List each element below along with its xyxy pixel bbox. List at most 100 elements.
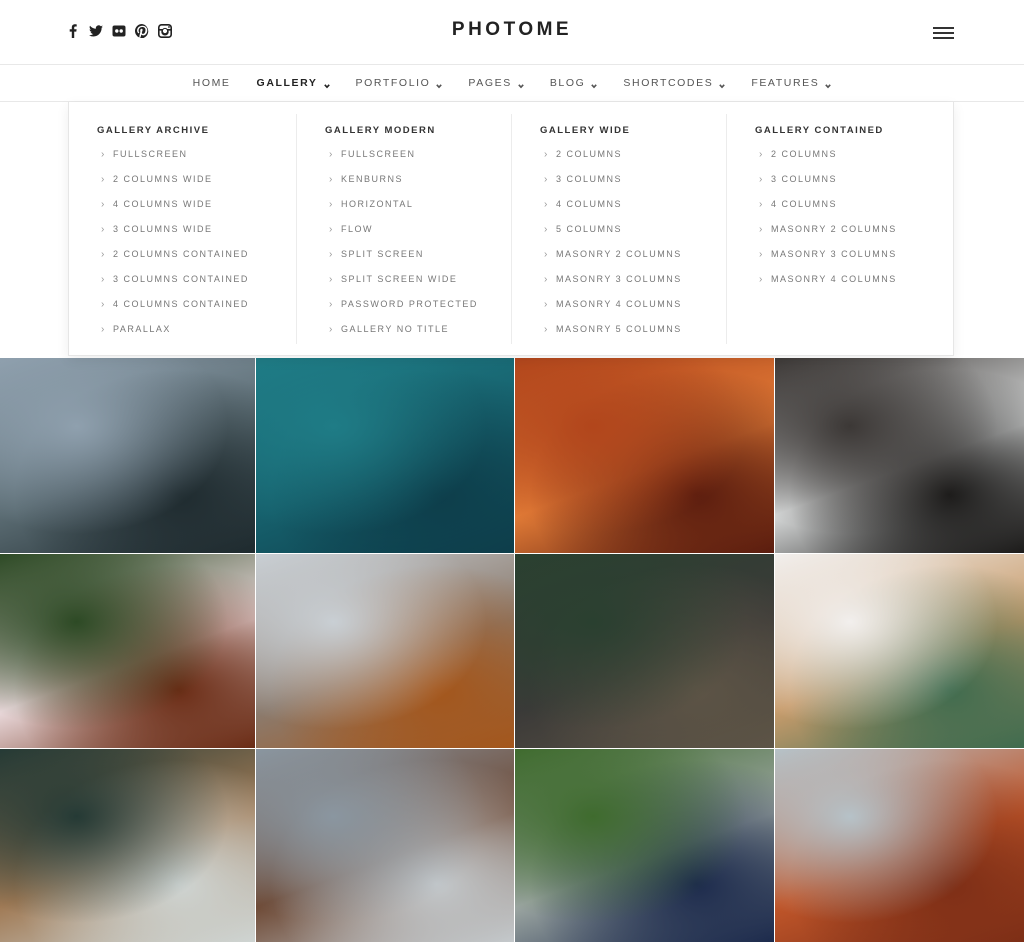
mega-menu-link[interactable]: › 4 COLUMNS (755, 198, 942, 223)
chevron-down-icon (518, 80, 524, 89)
mega-menu-heading[interactable]: GALLERY WIDE (540, 125, 726, 136)
chevron-right-icon: › (759, 224, 764, 235)
chevron-right-icon: › (329, 224, 334, 235)
chevron-down-icon (591, 80, 598, 89)
mega-menu-link[interactable]: › FULLSCREEN (325, 148, 511, 173)
mega-menu-link[interactable]: › FLOW (325, 223, 511, 248)
mega-menu-link[interactable]: › PASSWORD PROTECTED (325, 298, 511, 323)
chevron-right-icon: › (329, 149, 334, 160)
red-rocks-hiker-photo[interactable] (775, 749, 1024, 942)
site-header: PHOTOME (0, 0, 1024, 64)
woman-hat-bench-photo[interactable] (515, 554, 774, 748)
mega-menu-link[interactable]: › 4 COLUMNS (540, 198, 726, 223)
chevron-right-icon: › (544, 324, 549, 335)
chevron-right-icon: › (544, 249, 549, 260)
chevron-right-icon: › (101, 249, 106, 260)
mega-menu-link[interactable]: › 3 COLUMNS (755, 173, 942, 198)
mega-menu-link[interactable]: › MASONRY 4 COLUMNS (755, 273, 942, 298)
mega-menu-link-label: 3 COLUMNS (556, 174, 623, 184)
chevron-right-icon: › (544, 149, 549, 160)
mega-menu-link-label: GALLERY NO TITLE (341, 324, 450, 334)
mega-menu-link[interactable]: › 2 COLUMNS CONTAINED (97, 248, 296, 273)
mega-menu-link[interactable]: › 4 COLUMNS CONTAINED (97, 298, 296, 323)
woman-holding-pine-bouquet-photo[interactable] (775, 554, 1024, 748)
snowy-mountains-autumn-photo[interactable] (256, 554, 514, 748)
chevron-right-icon: › (544, 174, 549, 185)
mega-menu-link[interactable]: › MASONRY 2 COLUMNS (755, 223, 942, 248)
mega-menu-link-label: MASONRY 2 COLUMNS (771, 224, 897, 234)
chevron-right-icon: › (101, 274, 106, 285)
mega-menu-column: GALLERY MODERN › FULLSCREEN › KENBURNS › HORIZ… (297, 114, 512, 344)
nav-item-home[interactable]: HOME (180, 77, 244, 89)
mega-menu-column: GALLERY WIDE › 2 COLUMNS › 3 COLUMNS › 4 COLUM… (512, 114, 727, 344)
mega-menu-link[interactable]: › 5 COLUMNS (540, 223, 726, 248)
mega-menu-link-label: 5 COLUMNS (556, 224, 623, 234)
mega-menu-link[interactable]: › MASONRY 3 COLUMNS (540, 273, 726, 298)
mega-menu-link[interactable]: › MASONRY 4 COLUMNS (540, 298, 726, 323)
hamburger-menu-icon[interactable] (933, 27, 954, 39)
chevron-right-icon: › (101, 299, 106, 310)
site-logo[interactable]: PHOTOME (0, 19, 1024, 41)
ocean-waves-aerial-photo[interactable] (775, 358, 1024, 553)
mountain-lake-canoe-photo[interactable] (0, 358, 255, 553)
winter-forest-horse-photo[interactable] (256, 749, 514, 942)
mega-menu-link-label: SPLIT SCREEN WIDE (341, 274, 458, 284)
nav-item-portfolio[interactable]: PORTFOLIO (343, 77, 456, 89)
chevron-right-icon: › (759, 274, 764, 285)
gallery-mega-menu: GALLERY ARCHIVE › FULLSCREEN › 2 COLUMNS WID… (68, 102, 954, 356)
ocean-surfer-photo[interactable] (256, 358, 514, 553)
mega-menu-link[interactable]: › MASONRY 3 COLUMNS (755, 248, 942, 273)
mega-menu-column: GALLERY ARCHIVE › FULLSCREEN › 2 COLUMNS WID… (69, 114, 297, 344)
mega-menu-link[interactable]: › 3 COLUMNS CONTAINED (97, 273, 296, 298)
nav-item-label: HOME (192, 77, 231, 89)
mega-menu-link[interactable]: › GALLERY NO TITLE (325, 323, 511, 348)
mega-menu-link-label: MASONRY 4 COLUMNS (771, 274, 897, 284)
chevron-down-icon (719, 80, 726, 89)
nav-item-label: PORTFOLIO (355, 77, 431, 89)
nav-item-label: FEATURES (751, 77, 820, 89)
woman-lying-grass-photo[interactable] (0, 554, 255, 748)
mega-menu-heading[interactable]: GALLERY ARCHIVE (97, 125, 296, 136)
mega-menu-link-label: 3 COLUMNS WIDE (113, 224, 213, 234)
nav-item-gallery[interactable]: GALLERY (244, 77, 343, 89)
mega-menu-link[interactable]: › 2 COLUMNS (540, 148, 726, 173)
mega-menu-link-label: 4 COLUMNS (556, 199, 623, 209)
nav-item-label: BLOG (549, 77, 586, 89)
mega-menu-link[interactable]: › 3 COLUMNS WIDE (97, 223, 296, 248)
chevron-right-icon: › (759, 174, 764, 185)
mega-menu-link-label: PASSWORD PROTECTED (341, 299, 478, 309)
mega-menu-link-label: MASONRY 3 COLUMNS (556, 274, 682, 284)
mega-menu-link[interactable]: › PARALLAX (97, 323, 296, 348)
mega-menu-link[interactable]: › 3 COLUMNS (540, 173, 726, 198)
chevron-right-icon: › (101, 224, 106, 235)
mega-menu-link-label: 2 COLUMNS CONTAINED (113, 249, 249, 259)
chevron-right-icon: › (544, 274, 549, 285)
mega-menu-link[interactable]: › HORIZONTAL (325, 198, 511, 223)
mega-menu-link[interactable]: › KENBURNS (325, 173, 511, 198)
mega-menu-link[interactable]: › SPLIT SCREEN (325, 248, 511, 273)
woman-park-path-photo[interactable] (515, 749, 774, 942)
nav-item-blog[interactable]: BLOG (537, 77, 611, 89)
mega-menu-heading[interactable]: GALLERY MODERN (325, 125, 511, 136)
mega-menu-link-label: 4 COLUMNS (771, 199, 838, 209)
mega-menu-link-label: 2 COLUMNS (556, 149, 623, 159)
mega-menu-column: GALLERY CONTAINED › 2 COLUMNS › 3 COLUMNS › 4 … (727, 114, 942, 344)
forest-log-pile-photo[interactable] (0, 749, 255, 942)
mega-menu-heading[interactable]: GALLERY CONTAINED (755, 125, 942, 136)
mega-menu-link[interactable]: › MASONRY 5 COLUMNS (540, 323, 726, 348)
chevron-right-icon: › (759, 249, 764, 260)
nav-item-pages[interactable]: PAGES (455, 77, 536, 89)
mega-menu-link[interactable]: › MASONRY 2 COLUMNS (540, 248, 726, 273)
chevron-right-icon: › (329, 299, 334, 310)
mega-menu-link[interactable]: › 2 COLUMNS WIDE (97, 173, 296, 198)
mega-menu-link[interactable]: › 4 COLUMNS WIDE (97, 198, 296, 223)
nav-item-features[interactable]: FEATURES (738, 77, 844, 89)
nav-item-shortcodes[interactable]: SHORTCODES (610, 77, 738, 89)
mega-menu-link[interactable]: › 2 COLUMNS (755, 148, 942, 173)
mega-menu-link-label: MASONRY 3 COLUMNS (771, 249, 897, 259)
slot-canyon-photo[interactable] (515, 358, 774, 553)
mega-menu-link-label: 2 COLUMNS WIDE (113, 174, 213, 184)
mega-menu-link[interactable]: › SPLIT SCREEN WIDE (325, 273, 511, 298)
mega-menu-link[interactable]: › FULLSCREEN (97, 148, 296, 173)
nav-item-label: PAGES (468, 77, 512, 89)
